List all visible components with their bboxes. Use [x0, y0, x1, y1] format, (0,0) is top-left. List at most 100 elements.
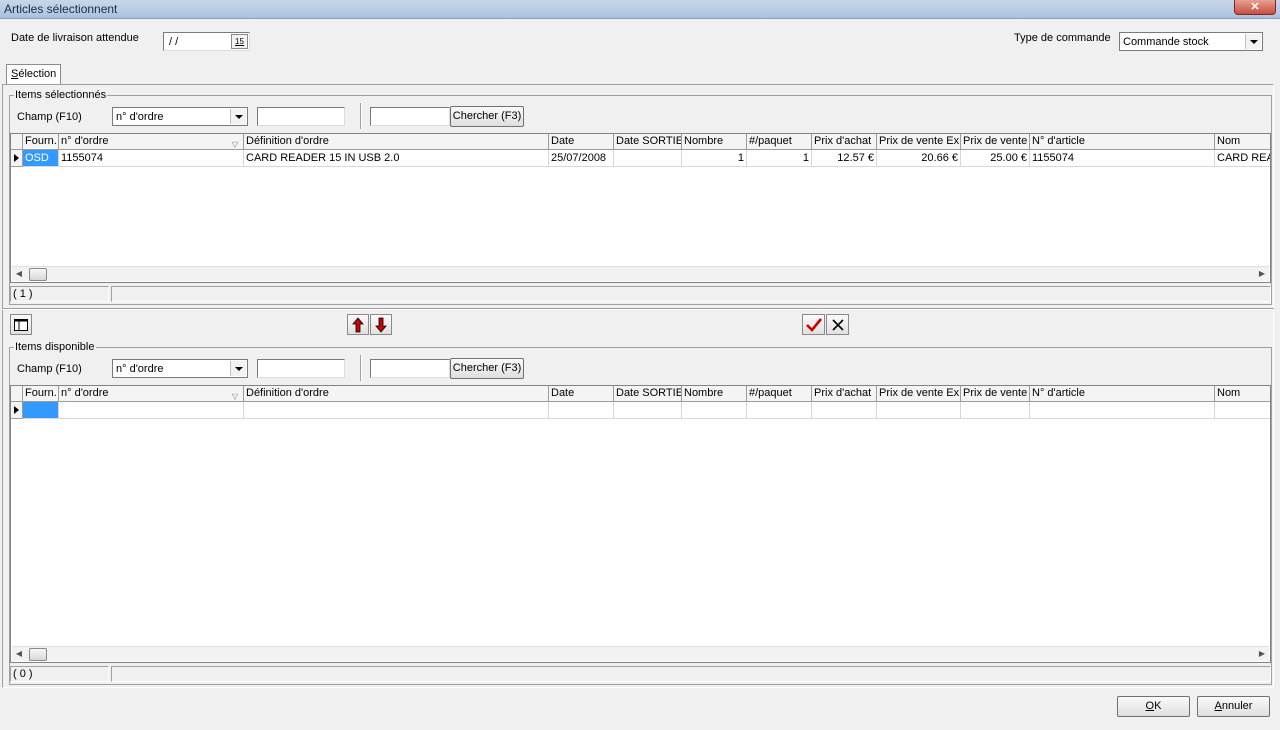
order-type-select[interactable]: Commande stock [1119, 32, 1263, 51]
table-cell[interactable]: 25.00 € [961, 150, 1030, 167]
tab-selection[interactable]: Sélection [6, 64, 62, 85]
selected-search-input[interactable] [370, 107, 450, 126]
move-down-button[interactable] [370, 314, 392, 335]
table-cell[interactable] [812, 402, 877, 419]
table-cell[interactable] [1030, 402, 1215, 419]
available-items-grid[interactable]: Fourn. n° d'ordre ▽ Définition d'ordre Da… [10, 385, 1271, 663]
table-cell[interactable] [23, 402, 59, 419]
table-cell[interactable] [614, 402, 682, 419]
col-header-article-no[interactable]: N° d'article [1030, 386, 1215, 402]
scroll-left-icon[interactable]: ◀ [12, 267, 26, 281]
col-header-purchase-price[interactable]: Prix d'achat [812, 386, 877, 402]
table-cell[interactable]: OSD [23, 150, 59, 167]
col-header-sale-price[interactable]: Prix de vente [961, 386, 1030, 402]
selected-filter-input[interactable] [257, 107, 345, 126]
available-search-input[interactable] [370, 359, 450, 378]
order-type-value: Commande stock [1123, 36, 1209, 48]
row-pointer-icon [14, 406, 19, 414]
row-indicator[interactable] [11, 150, 23, 167]
table-cell[interactable]: 25/07/2008 [549, 150, 614, 167]
available-status-bar: ( 0 ) [10, 666, 1271, 682]
col-header-order-no[interactable]: n° d'ordre ▽ [59, 386, 244, 402]
table-cell[interactable]: 1155074 [1030, 150, 1215, 167]
scroll-thumb[interactable] [29, 268, 47, 281]
table-cell[interactable]: 12.57 € [812, 150, 877, 167]
col-header-sale-price-ex[interactable]: Prix de vente Ex [877, 386, 961, 402]
col-header-nombre[interactable]: Nombre [682, 386, 747, 402]
available-field-label: Champ (F10) [17, 363, 82, 375]
table-cell[interactable] [1215, 402, 1270, 419]
table-cell[interactable] [549, 402, 614, 419]
table-cell[interactable] [614, 150, 682, 167]
col-header-sale-price-ex[interactable]: Prix de vente Ex [877, 134, 961, 150]
col-header-date[interactable]: Date [549, 386, 614, 402]
available-filter-input[interactable] [257, 359, 345, 378]
selected-field-select[interactable]: n° d'ordre [112, 107, 248, 126]
arrow-up-icon [352, 317, 364, 333]
selected-items-grid[interactable]: Fourn. n° d'ordre ▽ Définition d'ordre Da… [10, 133, 1271, 283]
col-header-fourn[interactable]: Fourn. [23, 134, 59, 150]
table-cell[interactable] [682, 402, 747, 419]
sort-icon: ▽ [231, 140, 238, 149]
table-cell[interactable] [59, 402, 244, 419]
col-header-date-sortie[interactable]: Date SORTIE [614, 386, 682, 402]
col-header-purchase-price[interactable]: Prix d'achat [812, 134, 877, 150]
selected-search-button[interactable]: Chercher (F3) [450, 106, 524, 127]
table-cell[interactable]: CARD REA [1215, 150, 1270, 167]
chevron-down-icon [230, 109, 246, 124]
col-header-order-no[interactable]: n° d'ordre ▽ [59, 134, 244, 150]
table-cell[interactable]: 1 [747, 150, 812, 167]
horizontal-scrollbar[interactable]: ◀ ▶ [12, 266, 1269, 281]
col-header-nombre[interactable]: Nombre [682, 134, 747, 150]
window-title: Articles sélectionnent [4, 2, 118, 16]
separator [360, 355, 362, 381]
close-window-button[interactable]: ✕ [1234, 0, 1276, 15]
status-panel [111, 666, 1271, 682]
col-header-date[interactable]: Date [549, 134, 614, 150]
col-header-per-pack[interactable]: #/paquet [747, 134, 812, 150]
checkmark-icon [805, 318, 822, 332]
col-header-date-sortie[interactable]: Date SORTIE [614, 134, 682, 150]
selected-status-bar: ( 1 ) [10, 286, 1271, 302]
table-cell[interactable] [961, 402, 1030, 419]
col-header-fourn[interactable]: Fourn. [23, 386, 59, 402]
status-panel [111, 286, 1271, 302]
col-header-sale-price[interactable]: Prix de vente [961, 134, 1030, 150]
col-header-definition[interactable]: Définition d'ordre [244, 386, 549, 402]
horizontal-scrollbar[interactable]: ◀ ▶ [12, 646, 1269, 661]
scroll-right-icon[interactable]: ▶ [1255, 267, 1269, 281]
table-cell[interactable] [747, 402, 812, 419]
scroll-thumb[interactable] [29, 648, 47, 661]
table-cell[interactable]: CARD READER 15 IN USB 2.0 [244, 150, 549, 167]
table-cell[interactable]: 1155074 [59, 150, 244, 167]
column-chooser-button[interactable] [10, 314, 32, 335]
col-header-nom[interactable]: Nom [1215, 386, 1270, 402]
divider [2, 308, 1274, 310]
available-field-select[interactable]: n° d'ordre [112, 359, 248, 378]
order-type-label: Type de commande [1014, 32, 1111, 44]
col-header-per-pack[interactable]: #/paquet [747, 386, 812, 402]
reject-button[interactable] [826, 314, 849, 335]
scroll-left-icon[interactable]: ◀ [12, 647, 26, 661]
grid-corner [11, 134, 23, 150]
grid-corner [11, 386, 23, 402]
available-field-value: n° d'ordre [116, 363, 164, 375]
table-cell[interactable] [877, 402, 961, 419]
calendar-icon[interactable]: 15 [231, 34, 248, 49]
table-cell[interactable]: 20.66 € [877, 150, 961, 167]
table-cell[interactable] [244, 402, 549, 419]
ok-button[interactable]: OK [1117, 696, 1190, 717]
col-header-definition[interactable]: Définition d'ordre [244, 134, 549, 150]
move-up-button[interactable] [347, 314, 369, 335]
scroll-right-icon[interactable]: ▶ [1255, 647, 1269, 661]
delivery-date-field[interactable]: / / 15 [163, 32, 250, 51]
title-bar: Articles sélectionnent ✕ [0, 0, 1280, 19]
accept-button[interactable] [802, 314, 825, 335]
available-search-button[interactable]: Chercher (F3) [450, 358, 524, 379]
col-header-article-no[interactable]: N° d'article [1030, 134, 1215, 150]
row-indicator[interactable] [11, 402, 23, 419]
col-header-nom[interactable]: Nom [1215, 134, 1270, 150]
cancel-button[interactable]: Annuler [1197, 696, 1270, 717]
table-cell[interactable]: 1 [682, 150, 747, 167]
available-items-title: Items disponible [14, 341, 96, 353]
